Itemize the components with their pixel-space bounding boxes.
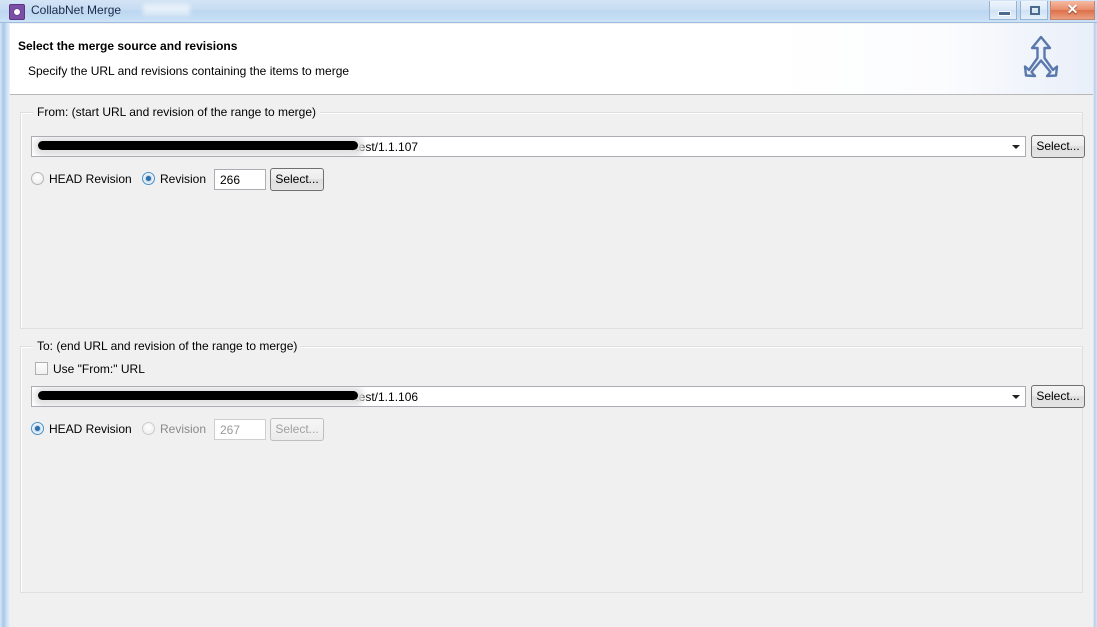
chevron-down-icon (1012, 145, 1020, 149)
to-revision-label: Revision (160, 422, 207, 436)
window-title: CollabNet Merge (31, 3, 122, 17)
from-group-legend: From: (start URL and revision of the ran… (33, 105, 320, 119)
title-redaction-smudge (143, 4, 190, 15)
merge-arrow-icon (1013, 31, 1069, 87)
window-controls: ✕ (989, 1, 1095, 21)
from-head-revision-radio-dot[interactable] (31, 172, 44, 185)
from-url-combobox[interactable]: /test/1.1.107 (31, 136, 1026, 157)
maximize-button[interactable] (1019, 1, 1048, 20)
from-revision-select-button[interactable]: Select... (270, 168, 324, 191)
window-frame-right (1093, 23, 1097, 627)
maximize-icon (1029, 6, 1040, 15)
from-revision-label: Revision (160, 172, 207, 186)
from-revision-input[interactable] (214, 169, 266, 190)
use-from-url-label: Use "From:" URL (53, 362, 145, 376)
from-url-select-button[interactable]: Select... (1031, 135, 1085, 158)
from-revision-radio-dot[interactable] (142, 172, 155, 185)
from-group: From: (start URL and revision of the ran… (20, 105, 1085, 329)
to-group: To: (end URL and revision of the range t… (20, 339, 1085, 593)
collabnet-merge-window: CollabNet Merge ✕ Select the merge sourc… (0, 0, 1097, 627)
to-revision-radio-dot (142, 422, 155, 435)
from-head-revision-label: HEAD Revision (49, 172, 132, 186)
to-url-redaction-bar (38, 391, 358, 400)
to-url-select-button[interactable]: Select... (1031, 385, 1085, 408)
collabnet-gear-icon (9, 4, 25, 20)
minimize-button[interactable] (989, 1, 1018, 20)
chevron-down-icon (1012, 395, 1020, 399)
use-from-url-checkbox-box[interactable] (35, 362, 48, 375)
to-url-dropdown-arrow[interactable] (1008, 387, 1025, 406)
to-url-combobox[interactable]: /test/1.1.106 (31, 386, 1026, 407)
to-revision-input (214, 419, 266, 440)
title-bar: CollabNet Merge ✕ (0, 0, 1097, 23)
window-frame-left (0, 23, 10, 627)
page-title: Select the merge source and revisions (18, 39, 238, 53)
wizard-header: Select the merge source and revisions Sp… (10, 24, 1093, 95)
close-button[interactable]: ✕ (1050, 1, 1095, 20)
to-group-legend: To: (end URL and revision of the range t… (33, 339, 302, 353)
minimize-icon (998, 11, 1012, 16)
page-subtitle: Specify the URL and revisions containing… (28, 64, 350, 78)
to-head-revision-label: HEAD Revision (49, 422, 132, 436)
to-revision-select-button: Select... (270, 418, 324, 441)
wizard-content: From: (start URL and revision of the ran… (10, 95, 1093, 627)
close-icon: ✕ (1066, 1, 1079, 17)
from-url-redaction-bar (38, 141, 358, 150)
from-url-dropdown-arrow[interactable] (1008, 137, 1025, 156)
to-head-revision-radio-dot[interactable] (31, 422, 44, 435)
